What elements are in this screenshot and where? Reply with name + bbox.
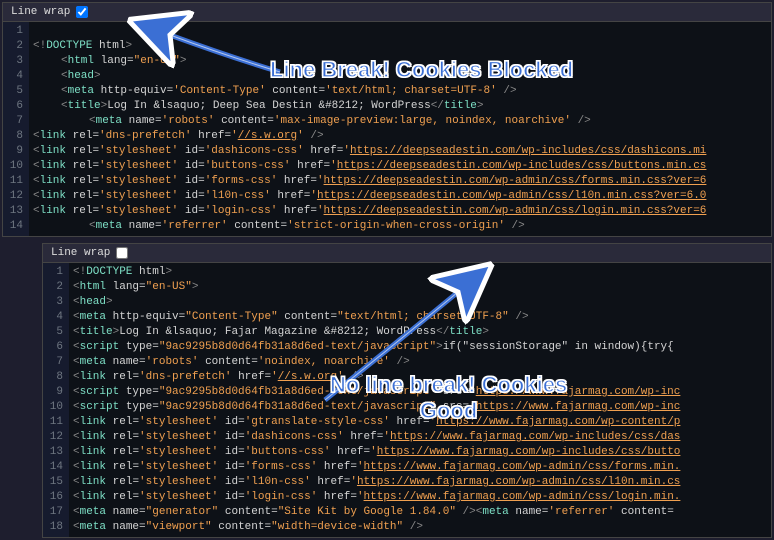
line-number: 8 — [7, 129, 23, 144]
code-line[interactable]: <meta http-equiv="Content-Type" content=… — [73, 310, 767, 325]
line-number: 11 — [7, 174, 23, 189]
line-number: 5 — [7, 84, 23, 99]
code-line[interactable]: <link rel='dns-prefetch' href='//s.w.org… — [33, 129, 767, 144]
code-line[interactable]: <title>Log In &lsaquo; Fajar Magazine &#… — [73, 325, 767, 340]
top-code[interactable]: <!DOCTYPE html><html lang="en-US"><head>… — [29, 22, 771, 236]
line-number: 2 — [7, 39, 23, 54]
code-line[interactable]: <meta name='referrer' content='strict-or… — [33, 219, 767, 234]
line-number: 18 — [47, 520, 63, 535]
line-number: 10 — [47, 400, 63, 415]
code-line[interactable]: <meta name="generator" content="Site Kit… — [73, 505, 767, 520]
code-line[interactable]: <script type="9ac9295b8d0d64fb31a8d6ed-t… — [73, 400, 767, 415]
code-line[interactable]: <link rel='dns-prefetch' href='//s.w.org… — [73, 370, 767, 385]
line-number: 7 — [7, 114, 23, 129]
code-line[interactable] — [33, 24, 767, 39]
code-line[interactable]: <meta name='robots' content='max-image-p… — [33, 114, 767, 129]
line-number: 3 — [47, 295, 63, 310]
bottom-gutter: 123456789101112131415161718 — [43, 263, 69, 537]
line-wrap-label-top[interactable]: Line wrap — [11, 6, 70, 18]
line-wrap-checkbox-bottom[interactable] — [116, 247, 128, 259]
code-line[interactable]: <script type="9ac9295b8d0d64fb31a8d6ed-t… — [73, 385, 767, 400]
code-line[interactable]: <!DOCTYPE html> — [73, 265, 767, 280]
bottom-panel-header: Line wrap — [43, 244, 771, 263]
line-number: 6 — [7, 99, 23, 114]
code-line[interactable]: <title>Log In &lsaquo; Deep Sea Destin &… — [33, 99, 767, 114]
code-line[interactable]: <link rel='stylesheet' id='buttons-css' … — [33, 159, 767, 174]
line-number: 12 — [47, 430, 63, 445]
code-line[interactable]: <link rel='stylesheet' id='login-css' hr… — [33, 204, 767, 219]
code-line[interactable]: <link rel='stylesheet' id='login-css' hr… — [73, 490, 767, 505]
code-line[interactable]: <head> — [33, 69, 767, 84]
line-number: 4 — [7, 69, 23, 84]
line-number: 15 — [47, 475, 63, 490]
line-number: 13 — [7, 204, 23, 219]
line-number: 3 — [7, 54, 23, 69]
code-line[interactable]: <link rel='stylesheet' id='l10n-css' hre… — [33, 189, 767, 204]
bottom-code[interactable]: <!DOCTYPE html><html lang="en-US"><head>… — [69, 263, 771, 537]
line-number: 13 — [47, 445, 63, 460]
code-line[interactable]: <!DOCTYPE html> — [33, 39, 767, 54]
code-line[interactable]: <meta http-equiv='Content-Type' content=… — [33, 84, 767, 99]
line-number: 8 — [47, 370, 63, 385]
line-number: 16 — [47, 490, 63, 505]
line-number: 7 — [47, 355, 63, 370]
line-number: 6 — [47, 340, 63, 355]
line-number: 1 — [7, 24, 23, 39]
code-line[interactable]: <head> — [73, 295, 767, 310]
line-number: 10 — [7, 159, 23, 174]
code-line[interactable]: <link rel='stylesheet' id='l10n-css' hre… — [73, 475, 767, 490]
line-number: 2 — [47, 280, 63, 295]
bottom-code-panel: Line wrap 123456789101112131415161718 <!… — [42, 243, 772, 538]
top-code-panel: Line wrap 1234567891011121314 <!DOCTYPE … — [2, 2, 772, 237]
top-panel-header: Line wrap — [3, 3, 771, 22]
code-line[interactable]: <link rel='stylesheet' id='dashicons-css… — [33, 144, 767, 159]
line-number: 17 — [47, 505, 63, 520]
code-line[interactable]: <link rel='stylesheet' id='forms-css' hr… — [73, 460, 767, 475]
line-number: 12 — [7, 189, 23, 204]
bottom-code-area: 123456789101112131415161718 <!DOCTYPE ht… — [43, 263, 771, 537]
line-wrap-checkbox-top[interactable] — [76, 6, 88, 18]
top-code-area: 1234567891011121314 <!DOCTYPE html><html… — [3, 22, 771, 236]
line-number: 14 — [7, 219, 23, 234]
line-number: 9 — [47, 385, 63, 400]
code-line[interactable]: <link rel='stylesheet' id='forms-css' hr… — [33, 174, 767, 189]
code-line[interactable]: <script type="9ac9295b8d0d64fb31a8d6ed-t… — [73, 340, 767, 355]
line-number: 5 — [47, 325, 63, 340]
code-line[interactable]: <link rel='stylesheet' id='buttons-css' … — [73, 445, 767, 460]
line-number: 14 — [47, 460, 63, 475]
code-line[interactable]: <html lang="en-US"> — [73, 280, 767, 295]
code-line[interactable]: <link rel='stylesheet' id='dashicons-css… — [73, 430, 767, 445]
line-number: 1 — [47, 265, 63, 280]
code-line[interactable]: <link rel='stylesheet' id='gtranslate-st… — [73, 415, 767, 430]
line-number: 9 — [7, 144, 23, 159]
line-wrap-label-bottom[interactable]: Line wrap — [51, 247, 110, 259]
code-line[interactable]: <meta name="viewport" content="width=dev… — [73, 520, 767, 535]
top-gutter: 1234567891011121314 — [3, 22, 29, 236]
code-line[interactable]: <meta name='robots' content='noindex, no… — [73, 355, 767, 370]
line-number: 4 — [47, 310, 63, 325]
line-number: 11 — [47, 415, 63, 430]
code-line[interactable]: <html lang="en-US"> — [33, 54, 767, 69]
